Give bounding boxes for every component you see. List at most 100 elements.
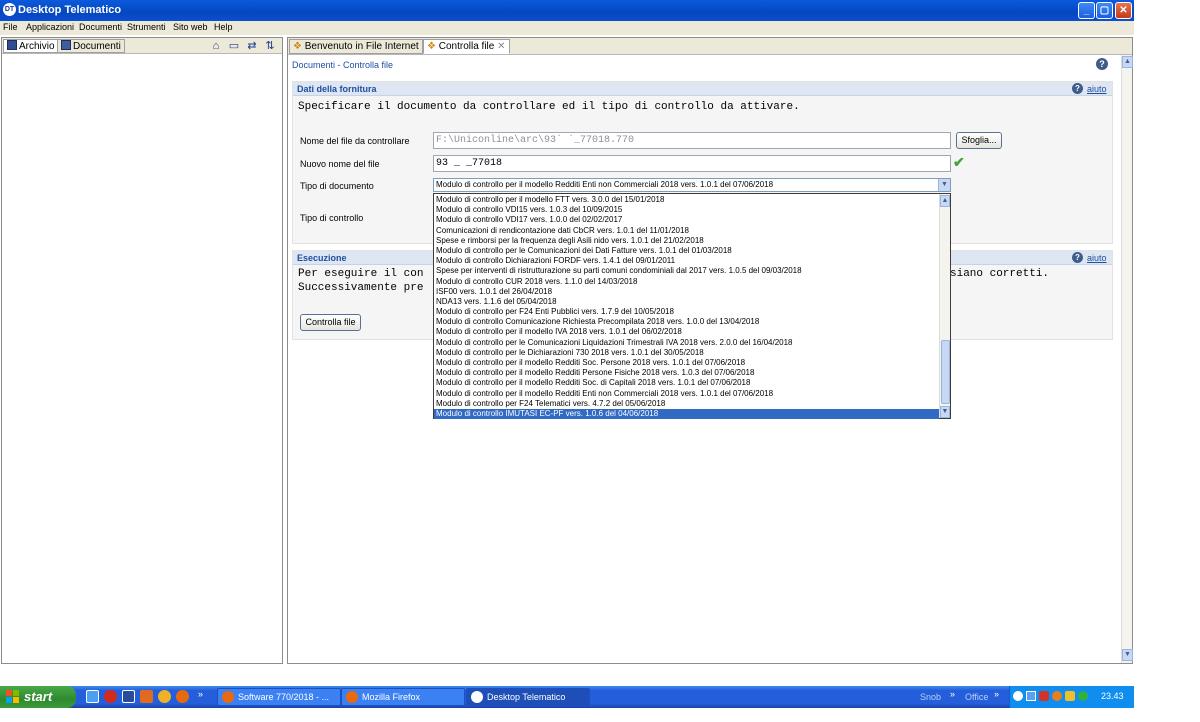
dropdown-option[interactable]: Modulo di controllo per il modello Reddi…: [434, 389, 939, 399]
title-bar: DT Desktop Telematico _ ▢ ✕: [0, 0, 1134, 21]
scroll-down-arrow-icon[interactable]: ▼: [940, 406, 950, 418]
taskbar: start » Software 770/2018 - ... Mozilla …: [0, 686, 1134, 708]
tab-documenti[interactable]: Documenti: [57, 39, 125, 53]
esecuzione-title: Esecuzione: [297, 253, 347, 263]
dropdown-option[interactable]: Modulo di controllo per F24 Telematici v…: [434, 399, 939, 409]
aiuto-link[interactable]: aiuto: [1087, 84, 1107, 94]
sort-icon[interactable]: ⇅: [264, 40, 276, 52]
dropdown-option[interactable]: Spese e rimborsi per la frequenza degli …: [434, 236, 939, 246]
dropdown-option[interactable]: Modulo di controllo CUR 2018 vers. 1.1.0…: [434, 277, 939, 287]
task-mozilla-firefox[interactable]: Mozilla Firefox: [341, 688, 465, 706]
esecuzione-text-line1-end: siano corretti.: [950, 268, 1050, 280]
dropdown-option[interactable]: Modulo di controllo per le Dichiarazioni…: [434, 348, 939, 358]
dropdown-option[interactable]: Modulo di controllo Comunicazione Richie…: [434, 317, 939, 327]
tipo-documento-label: Tipo di documento: [300, 181, 374, 191]
menu-file[interactable]: File: [3, 22, 18, 32]
web-icon: ❖: [427, 41, 436, 52]
overflow-chevron-icon[interactable]: »: [198, 689, 203, 699]
dropdown-option[interactable]: Modulo di controllo IMUTASI EC-PF vers. …: [434, 408, 939, 420]
app-icon[interactable]: [140, 690, 153, 703]
task-desktop-telematico[interactable]: Desktop Telematico: [466, 688, 590, 706]
left-panel: Archivio Documenti ⌂ ▭ ⇄ ⇅: [1, 37, 283, 664]
dropdown-option[interactable]: Modulo di controllo per il modello Reddi…: [434, 358, 939, 368]
dropdown-scroll-thumb[interactable]: [941, 340, 950, 404]
menu-applicazioni[interactable]: Applicazioni: [26, 22, 74, 32]
task-label: Desktop Telematico: [487, 692, 566, 702]
dropdown-option[interactable]: Comunicazioni di rendicontazione dati Cb…: [434, 226, 939, 236]
new-name-label: Nuovo nome del file: [300, 159, 380, 169]
dropdown-option[interactable]: Modulo di controllo per il modello IVA 2…: [434, 327, 939, 337]
overflow-chevron-icon[interactable]: »: [994, 689, 999, 699]
security-icon[interactable]: [1039, 691, 1049, 701]
tray-arrow-icon[interactable]: [1013, 691, 1023, 701]
dropdown-option[interactable]: Modulo di controllo VDI15 vers. 1.0.3 de…: [434, 205, 939, 215]
help-icon[interactable]: ?: [1072, 83, 1083, 94]
dropdown-option[interactable]: Modulo di controllo VDI17 vers. 1.0.0 de…: [434, 215, 939, 225]
app-icon: DT: [3, 3, 16, 16]
new-name-input[interactable]: 93 _ _77018: [433, 155, 951, 172]
office-toolbar[interactable]: Office: [965, 692, 988, 702]
dropdown-option[interactable]: Spese per interventi di ristrutturazione…: [434, 266, 939, 276]
tipo-controllo-label: Tipo di controllo: [300, 213, 364, 223]
menu-help[interactable]: Help: [214, 22, 233, 32]
start-button[interactable]: start: [0, 686, 76, 708]
dropdown-option[interactable]: ISF00 vers. 1.0.1 del 26/04/2018: [434, 287, 939, 297]
vertical-scrollbar[interactable]: ▲ ▼: [1121, 55, 1133, 663]
tipo-documento-dropdown[interactable]: Modulo di controllo per il modello FTT v…: [433, 193, 951, 420]
bc-icon[interactable]: [122, 690, 135, 703]
dropdown-option[interactable]: Modulo di controllo per il modello Reddi…: [434, 368, 939, 378]
controlla-file-button[interactable]: Controlla file: [300, 314, 361, 331]
overflow-chevron-icon[interactable]: »: [950, 689, 955, 699]
close-button[interactable]: ✕: [1115, 2, 1132, 19]
help-icon[interactable]: ?: [1072, 252, 1083, 263]
sync-icon[interactable]: ⇄: [246, 40, 258, 52]
chevron-down-icon[interactable]: ▼: [938, 179, 950, 191]
scroll-up-arrow-icon[interactable]: ▲: [1122, 56, 1133, 68]
system-tray: 23.43: [1009, 686, 1134, 708]
dropdown-option[interactable]: Modulo di controllo per le Comunicazioni…: [434, 246, 939, 256]
tab-controlla-file[interactable]: ❖ Controlla file ✕: [423, 39, 510, 54]
close-tab-icon[interactable]: ✕: [497, 41, 505, 52]
dropdown-option[interactable]: Modulo di controllo Dichiarazioni FORDF …: [434, 256, 939, 266]
scroll-down-arrow-icon[interactable]: ▼: [1122, 649, 1133, 661]
aiuto-link[interactable]: aiuto: [1087, 253, 1107, 263]
dropdown-option[interactable]: Modulo di controllo per il modello Reddi…: [434, 378, 939, 388]
tab-benvenuto[interactable]: ❖ Benvenuto in File Internet: [289, 39, 423, 54]
dropdown-option[interactable]: Modulo di controllo per F24 Enti Pubblic…: [434, 307, 939, 317]
minimize-button[interactable]: _: [1078, 2, 1095, 19]
dropdown-option[interactable]: NDA13 vers. 1.1.6 del 05/04/2018: [434, 297, 939, 307]
start-label: start: [24, 689, 53, 704]
tab-archivio[interactable]: Archivio: [3, 39, 59, 53]
left-tab-bar: Archivio Documenti ⌂ ▭ ⇄ ⇅: [2, 38, 282, 54]
folder-icon[interactable]: ▭: [228, 40, 240, 52]
dropdown-option[interactable]: Modulo di controllo per le Comunicazioni…: [434, 338, 939, 348]
firefox-icon[interactable]: [176, 690, 189, 703]
maximize-button[interactable]: ▢: [1096, 2, 1113, 19]
network-icon[interactable]: [1026, 691, 1036, 701]
tab-documenti-label: Documenti: [73, 41, 121, 52]
instruction-text: Specificare il documento da controllare …: [298, 101, 800, 113]
dropdown-option[interactable]: Modulo di controllo per il modello FTT v…: [434, 195, 939, 205]
opera-icon[interactable]: [104, 690, 117, 703]
esecuzione-text-line2: Successivamente pre: [298, 282, 424, 294]
update-icon[interactable]: [1052, 691, 1062, 701]
tab-controlla-file-label: Controlla file: [438, 41, 495, 52]
show-desktop-icon[interactable]: [86, 690, 99, 703]
messenger-icon[interactable]: [158, 690, 171, 703]
task-label: Software 770/2018 - ...: [238, 692, 330, 702]
menu-strumenti[interactable]: Strumenti: [127, 22, 166, 32]
volume-icon[interactable]: [1078, 691, 1088, 701]
dropdown-scrollbar[interactable]: ▲ ▼: [939, 194, 950, 418]
tipo-documento-select[interactable]: Modulo di controllo per il modello Reddi…: [433, 178, 951, 192]
scroll-up-arrow-icon[interactable]: ▲: [940, 195, 950, 207]
menu-sito-web[interactable]: Sito web: [173, 22, 208, 32]
snob-toolbar[interactable]: Snob: [920, 692, 941, 702]
menu-documenti[interactable]: Documenti: [79, 22, 122, 32]
home-icon[interactable]: ⌂: [210, 40, 222, 52]
task-software-770[interactable]: Software 770/2018 - ...: [217, 688, 341, 706]
dati-fornitura-header: Dati della fornitura ? aiuto: [293, 82, 1112, 96]
antivirus-icon[interactable]: [1065, 691, 1075, 701]
browse-button[interactable]: Sfoglia...: [956, 132, 1002, 149]
help-icon[interactable]: ?: [1096, 58, 1108, 70]
file-input[interactable]: F:\Uniconline\arc\93` `_77018.770: [433, 132, 951, 149]
